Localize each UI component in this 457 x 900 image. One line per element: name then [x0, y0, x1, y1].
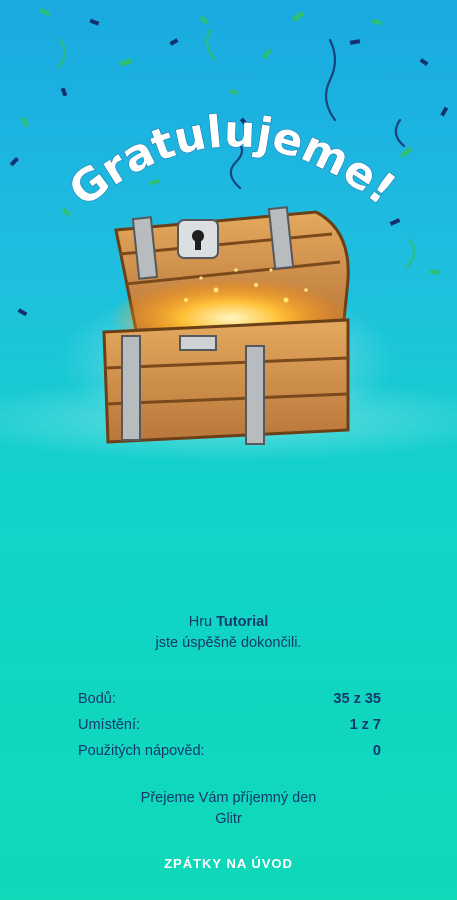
game-summary: Hru Tutorial: [0, 612, 457, 633]
stat-row-hints: Použitých nápověd: 0: [78, 738, 381, 764]
back-to-home-button[interactable]: ZPÁTKY NA ÚVOD: [0, 850, 457, 878]
stat-value: 1 z 7: [349, 717, 381, 733]
game-name: Tutorial: [216, 614, 269, 630]
wish-line: Přejeme Vám příjemný den: [140, 790, 317, 806]
wish-signature: Glitr: [215, 811, 242, 827]
stats-table: Bodů: 35 z 35 Umístění: 1 z 7 Použitých …: [78, 686, 381, 764]
stat-row-points: Bodů: 35 z 35: [78, 686, 381, 712]
stat-value: 35 z 35: [333, 691, 381, 707]
treasure-chest-image: [102, 206, 351, 445]
stat-value: 0: [372, 743, 381, 759]
completed-text: jste úspěšně dokončili.: [155, 635, 302, 651]
game-prefix: Hru: [188, 614, 213, 630]
stat-label: Použitých nápověd:: [78, 743, 205, 759]
stat-row-placement: Umístění: 1 z 7: [78, 712, 381, 738]
wish-text: Přejeme Vám příjemný den Glitr: [0, 788, 457, 830]
results-panel: Hru Tutorial jste úspěšně dokončili. Bod…: [0, 612, 457, 830]
stat-label: Umístění:: [78, 717, 141, 733]
stat-label: Bodů:: [78, 691, 116, 707]
